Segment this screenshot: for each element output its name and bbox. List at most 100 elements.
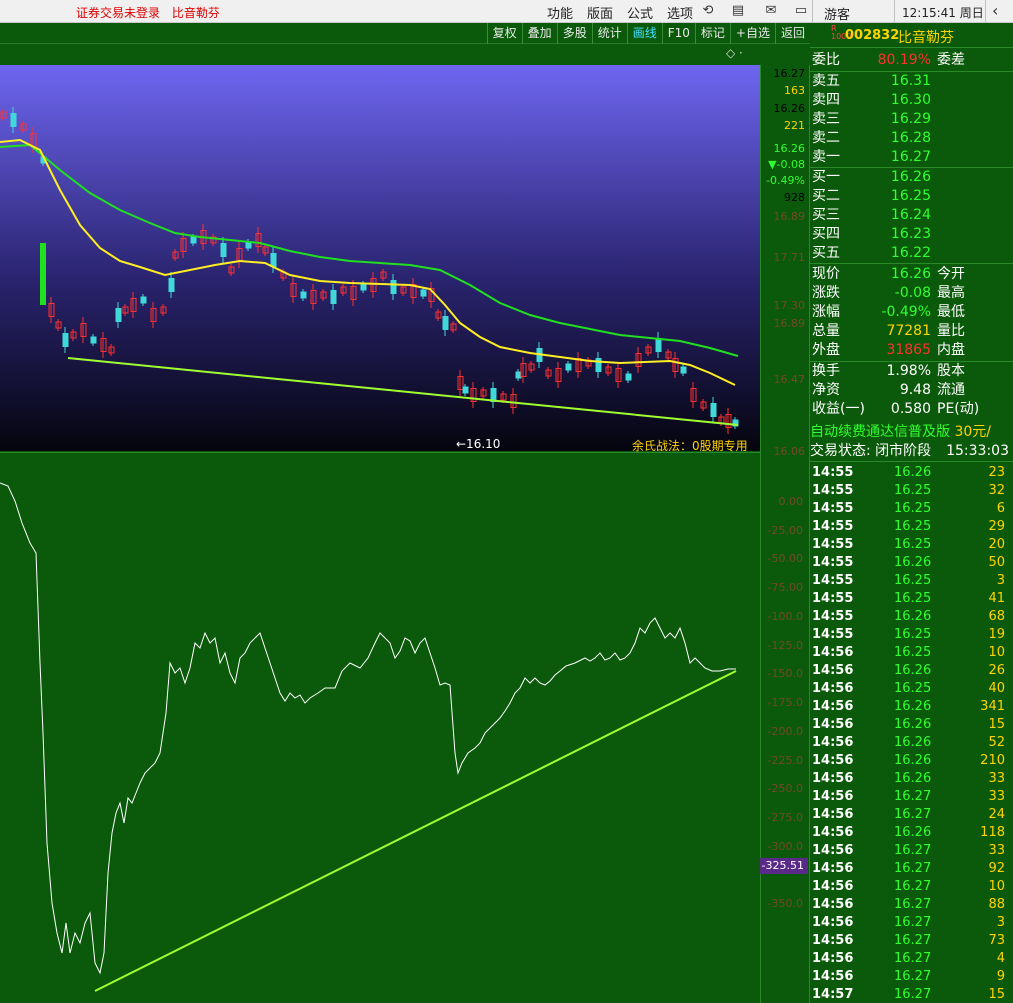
tick-row[interactable]: 14:56 16.27 10 xyxy=(810,878,1013,896)
tick-row[interactable]: 14:56 16.27 33 xyxy=(810,788,1013,806)
button-f10[interactable]: F10 xyxy=(661,23,695,44)
tick-price: 16.25 xyxy=(894,537,932,552)
current-stock-name[interactable]: 比音勒芬 xyxy=(172,6,220,20)
tick-row[interactable]: 14:55 16.25 29 xyxy=(810,518,1013,536)
ask-price: 16.27 xyxy=(890,149,931,165)
axis-tick: 16.47 xyxy=(773,373,806,386)
bid-row[interactable]: 买二 16.25 xyxy=(810,187,1013,206)
ask-row[interactable]: 卖一 16.27 xyxy=(810,148,1013,167)
tick-row[interactable]: 14:56 16.26 33 xyxy=(810,770,1013,788)
tick-time: 14:55 xyxy=(812,555,854,570)
calculator-icon[interactable]: ▤ xyxy=(730,3,746,19)
bid-row[interactable]: 买四 16.23 xyxy=(810,225,1013,244)
tick-time: 14:55 xyxy=(812,591,854,606)
stat-value: 1.98% xyxy=(886,363,931,379)
tick-row[interactable]: 14:56 16.27 92 xyxy=(810,860,1013,878)
stat-value: -0.49% xyxy=(881,304,931,320)
tick-row[interactable]: 14:56 16.27 3 xyxy=(810,914,1013,932)
tick-row[interactable]: 14:56 16.27 88 xyxy=(810,896,1013,914)
bid-row[interactable]: 买一 16.26 xyxy=(810,168,1013,187)
tick-row[interactable]: 14:56 16.27 24 xyxy=(810,806,1013,824)
tick-row[interactable]: 14:55 16.25 20 xyxy=(810,536,1013,554)
tick-price: 16.27 xyxy=(894,915,932,930)
axis-volume-3: 928 xyxy=(784,191,805,204)
bid-price: 16.25 xyxy=(890,188,931,204)
tick-row[interactable]: 14:56 16.25 40 xyxy=(810,680,1013,698)
promo-banner[interactable]: 自动续费通达信普及版 30元/ xyxy=(810,423,1013,442)
tick-row[interactable]: 14:55 16.25 41 xyxy=(810,590,1013,608)
tick-row[interactable]: 14:55 16.25 6 xyxy=(810,500,1013,518)
button-statistics[interactable]: 统计 xyxy=(591,23,627,44)
tick-row[interactable]: 14:55 16.25 3 xyxy=(810,572,1013,590)
tick-time: 14:56 xyxy=(812,933,854,948)
tick-row[interactable]: 14:56 16.27 9 xyxy=(810,968,1013,986)
tick-row[interactable]: 14:55 16.26 68 xyxy=(810,608,1013,626)
bid-row[interactable]: 买五 16.22 xyxy=(810,244,1013,263)
button-multi-stock[interactable]: 多股 xyxy=(556,23,592,44)
menu-function[interactable]: 功能 xyxy=(540,3,580,22)
tick-row[interactable]: 14:56 16.25 10 xyxy=(810,644,1013,662)
stat-value: 16.26 xyxy=(890,266,931,282)
button-adjust-rights[interactable]: 复权 xyxy=(486,23,522,44)
tick-row[interactable]: 14:56 16.26 52 xyxy=(810,734,1013,752)
indicator-chart[interactable] xyxy=(0,452,760,1003)
button-draw-line[interactable]: 画线 xyxy=(626,23,662,44)
order-diff-label: 委差 xyxy=(937,52,965,68)
chevron-left-icon[interactable]: ‹ xyxy=(992,1,998,20)
stat-label: 现价 xyxy=(812,266,840,282)
quote-panel: R 1000 002832 比音勒芬 委比 80.19% 委差 卖五 16.31 卖四… xyxy=(810,23,1013,1003)
stat-row: 现价 16.26 今开 xyxy=(810,265,1013,284)
button-add-watchlist[interactable]: +自选 xyxy=(729,23,775,44)
button-overlay[interactable]: 叠加 xyxy=(521,23,557,44)
tick-row[interactable]: 14:55 16.26 50 xyxy=(810,554,1013,572)
tick-time: 14:55 xyxy=(812,609,854,624)
stat-value: 31865 xyxy=(886,342,931,358)
tick-row[interactable]: 14:55 16.25 32 xyxy=(810,482,1013,500)
ask-row[interactable]: 卖二 16.28 xyxy=(810,129,1013,148)
menu-formula[interactable]: 公式 xyxy=(620,3,660,22)
tick-time: 14:56 xyxy=(812,681,854,696)
tick-price: 16.26 xyxy=(894,735,932,750)
button-mark[interactable]: 标记 xyxy=(694,23,730,44)
tick-row[interactable]: 14:55 16.26 23 xyxy=(810,464,1013,482)
refresh-icon[interactable]: ⟲ xyxy=(700,3,716,19)
candle-body xyxy=(420,289,427,297)
bid-row[interactable]: 买三 16.24 xyxy=(810,206,1013,225)
tick-row[interactable]: 14:55 16.25 19 xyxy=(810,626,1013,644)
candle-body xyxy=(710,403,717,417)
tick-row[interactable]: 14:56 16.27 33 xyxy=(810,842,1013,860)
tick-volume: 10 xyxy=(988,879,1005,894)
button-back[interactable]: 返回 xyxy=(774,23,810,44)
candlesticks xyxy=(0,107,739,434)
stock-title[interactable]: R 1000 002832 比音勒芬 xyxy=(810,23,1013,48)
mail-icon[interactable]: ✉ xyxy=(763,3,779,19)
tick-price: 16.25 xyxy=(894,573,932,588)
price-chart[interactable] xyxy=(0,65,760,451)
ask-label: 卖二 xyxy=(812,130,840,146)
chart-toolbar: 复权 叠加 多股 统计 画线 F10 标记 +自选 返回 xyxy=(0,23,810,44)
tick-row[interactable]: 14:56 16.26 15 xyxy=(810,716,1013,734)
axis-volume-1: 163 xyxy=(784,84,805,97)
tick-row[interactable]: 14:56 16.26 341 xyxy=(810,698,1013,716)
ask-row[interactable]: 卖四 16.30 xyxy=(810,91,1013,110)
candle-body xyxy=(655,338,662,352)
ask-row[interactable]: 卖五 16.31 xyxy=(810,72,1013,91)
tick-row[interactable]: 14:56 16.26 118 xyxy=(810,824,1013,842)
stat-label-2: 今开 xyxy=(937,266,965,282)
tick-row[interactable]: 14:56 16.26 210 xyxy=(810,752,1013,770)
ask-row[interactable]: 卖三 16.29 xyxy=(810,110,1013,129)
tick-row[interactable]: 14:57 16.27 15 xyxy=(810,986,1013,1003)
tick-row[interactable]: 14:56 16.26 26 xyxy=(810,662,1013,680)
guest-user[interactable]: 游客 xyxy=(824,4,850,23)
indicator-trendline xyxy=(94,670,737,992)
menu-options[interactable]: 选项 xyxy=(660,3,700,22)
tick-time: 14:56 xyxy=(812,699,854,714)
tick-row[interactable]: 14:56 16.27 73 xyxy=(810,932,1013,950)
tick-list[interactable]: 14:55 16.26 23 14:55 16.25 32 14:55 16.25 6 14:55… xyxy=(810,464,1013,1003)
diamond-icon[interactable]: ◇ · xyxy=(726,46,743,60)
candle-body xyxy=(462,386,469,394)
menu-layout[interactable]: 版面 xyxy=(580,3,620,22)
window-icon[interactable]: ▭ xyxy=(793,3,809,19)
tick-price: 16.25 xyxy=(894,519,932,534)
tick-row[interactable]: 14:56 16.27 4 xyxy=(810,950,1013,968)
